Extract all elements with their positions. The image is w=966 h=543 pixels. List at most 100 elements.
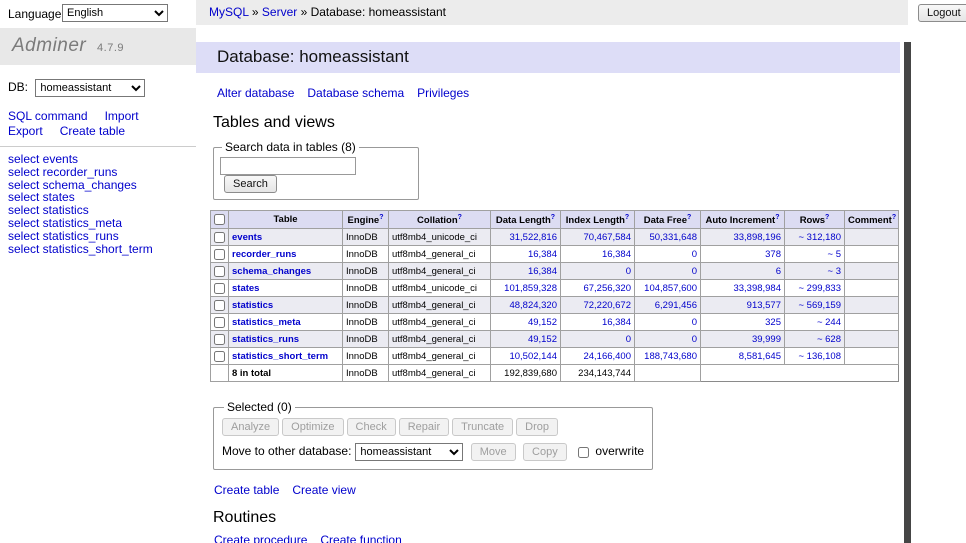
data-free-link[interactable]: 188,743,680 bbox=[644, 351, 697, 362]
row-checkbox-statistics-short-term[interactable] bbox=[214, 351, 225, 362]
auto-increment-link[interactable]: 6 bbox=[776, 266, 781, 277]
rows-link[interactable]: ~ 312,180 bbox=[798, 232, 841, 243]
rows-link[interactable]: ~ 569,159 bbox=[798, 300, 841, 311]
data-length-link[interactable]: 49,152 bbox=[528, 317, 557, 328]
auto-increment-link[interactable]: 39,999 bbox=[752, 334, 781, 345]
index-length-link[interactable]: 0 bbox=[626, 266, 631, 277]
index-length-link[interactable]: 24,166,400 bbox=[583, 351, 631, 362]
search-button[interactable]: Search bbox=[224, 175, 277, 193]
data-free-link[interactable]: 6,291,456 bbox=[655, 300, 697, 311]
table-link-statistics-runs[interactable]: statistics_runs bbox=[232, 334, 299, 345]
link-create-function[interactable]: Create function bbox=[320, 533, 401, 543]
logout-button[interactable]: Logout bbox=[918, 4, 966, 22]
column-hint-link[interactable]: ? bbox=[775, 214, 779, 221]
index-length-link[interactable]: 67,256,320 bbox=[583, 283, 631, 294]
data-length-link[interactable]: 16,384 bbox=[528, 266, 557, 277]
table-link-recorder-runs[interactable]: recorder_runs bbox=[232, 249, 296, 260]
table-link-events[interactable]: events bbox=[232, 232, 262, 243]
table-link-states[interactable]: states bbox=[232, 283, 259, 294]
row-checkbox-schema-changes[interactable] bbox=[214, 266, 225, 277]
column-hint-link[interactable]: ? bbox=[825, 214, 829, 221]
row-checkbox-statistics-meta[interactable] bbox=[214, 317, 225, 328]
column-hint-link[interactable]: ? bbox=[551, 214, 555, 221]
data-free-link[interactable]: 0 bbox=[692, 266, 697, 277]
data-length-link[interactable]: 10,502,144 bbox=[509, 351, 557, 362]
row-checkbox-statistics-runs[interactable] bbox=[214, 334, 225, 345]
link-create-table[interactable]: Create table bbox=[214, 483, 279, 497]
row-checkbox-statistics[interactable] bbox=[214, 300, 225, 311]
language-select[interactable]: English bbox=[62, 4, 168, 22]
overwrite-option[interactable]: overwrite bbox=[578, 444, 644, 458]
sidebar-link-import[interactable]: Import bbox=[105, 109, 139, 123]
sidebar-item-select-events[interactable]: select events bbox=[8, 153, 196, 166]
link-create-view[interactable]: Create view bbox=[292, 483, 355, 497]
index-length-link[interactable]: 70,467,584 bbox=[583, 232, 631, 243]
auto-increment-link[interactable]: 8,581,645 bbox=[739, 351, 781, 362]
auto-increment-link[interactable]: 913,577 bbox=[747, 300, 781, 311]
optimize-button[interactable]: Optimize bbox=[282, 418, 343, 436]
overwrite-checkbox[interactable] bbox=[578, 447, 589, 458]
rows-link[interactable]: ~ 244 bbox=[817, 317, 841, 328]
data-free-link[interactable]: 104,857,600 bbox=[644, 283, 697, 294]
copy-button[interactable]: Copy bbox=[523, 443, 567, 461]
index-length-link[interactable]: 72,220,672 bbox=[583, 300, 631, 311]
index-length-link[interactable]: 16,384 bbox=[602, 249, 631, 260]
data-free-link[interactable]: 0 bbox=[692, 249, 697, 260]
column-hint-link[interactable]: ? bbox=[625, 214, 629, 221]
action-privileges[interactable]: Privileges bbox=[417, 86, 469, 100]
sidebar-item-select-statistics-short-term[interactable]: select statistics_short_term bbox=[8, 243, 196, 256]
breadcrumb-link-mysql[interactable]: MySQL bbox=[209, 5, 249, 19]
table-link-schema-changes[interactable]: schema_changes bbox=[232, 266, 311, 277]
column-hint-link[interactable]: ? bbox=[458, 214, 462, 221]
rows-link[interactable]: ~ 5 bbox=[828, 249, 841, 260]
truncate-button[interactable]: Truncate bbox=[452, 418, 513, 436]
auto-increment-link[interactable]: 325 bbox=[765, 317, 781, 328]
analyze-button[interactable]: Analyze bbox=[222, 418, 279, 436]
adminer-logo-link[interactable]: Adminer bbox=[12, 35, 86, 56]
search-input[interactable] bbox=[220, 157, 356, 175]
drop-button[interactable]: Drop bbox=[516, 418, 558, 436]
column-hint-link[interactable]: ? bbox=[379, 214, 383, 221]
table-link-statistics-meta[interactable]: statistics_meta bbox=[232, 317, 301, 328]
action-database-schema[interactable]: Database schema bbox=[307, 86, 404, 100]
data-length-link[interactable]: 31,522,816 bbox=[509, 232, 557, 243]
table-link-statistics[interactable]: statistics bbox=[232, 300, 273, 311]
auto-increment-link[interactable]: 33,398,984 bbox=[733, 283, 781, 294]
row-checkbox-recorder-runs[interactable] bbox=[214, 249, 225, 260]
check-button[interactable]: Check bbox=[347, 418, 396, 436]
sidebar-item-select-statistics-meta[interactable]: select statistics_meta bbox=[8, 217, 196, 230]
select-all-checkbox[interactable] bbox=[214, 214, 225, 225]
table-link-statistics-short-term[interactable]: statistics_short_term bbox=[232, 351, 328, 362]
data-free-link[interactable]: 0 bbox=[692, 317, 697, 328]
column-hint-link[interactable]: ? bbox=[687, 214, 691, 221]
row-checkbox-events[interactable] bbox=[214, 232, 225, 243]
sidebar-item-select-statistics-runs[interactable]: select statistics_runs bbox=[8, 230, 196, 243]
db-select[interactable]: homeassistant bbox=[35, 79, 145, 97]
data-length-link[interactable]: 16,384 bbox=[528, 249, 557, 260]
rows-link[interactable]: ~ 628 bbox=[817, 334, 841, 345]
index-length-link[interactable]: 0 bbox=[626, 334, 631, 345]
data-length-link[interactable]: 101,859,328 bbox=[504, 283, 557, 294]
index-length-link[interactable]: 16,384 bbox=[602, 317, 631, 328]
auto-increment-link[interactable]: 33,898,196 bbox=[733, 232, 781, 243]
link-create-procedure[interactable]: Create procedure bbox=[214, 533, 307, 543]
action-alter-database[interactable]: Alter database bbox=[217, 86, 294, 100]
repair-button[interactable]: Repair bbox=[399, 418, 449, 436]
sidebar-item-select-recorder-runs[interactable]: select recorder_runs bbox=[8, 166, 196, 179]
data-free-link[interactable]: 50,331,648 bbox=[649, 232, 697, 243]
rows-link[interactable]: ~ 3 bbox=[828, 266, 841, 277]
rows-link[interactable]: ~ 299,833 bbox=[798, 283, 841, 294]
column-hint-link[interactable]: ? bbox=[892, 214, 896, 221]
sidebar-link-export[interactable]: Export bbox=[8, 124, 43, 138]
move-db-select[interactable]: homeassistant bbox=[355, 443, 463, 461]
content-scrollbar[interactable] bbox=[904, 42, 911, 543]
breadcrumb-link-server[interactable]: Server bbox=[262, 5, 297, 19]
sidebar-link-create-table[interactable]: Create table bbox=[60, 124, 125, 138]
data-length-link[interactable]: 48,824,320 bbox=[509, 300, 557, 311]
sidebar-link-sql-command[interactable]: SQL command bbox=[8, 109, 88, 123]
move-button[interactable]: Move bbox=[471, 443, 516, 461]
data-length-link[interactable]: 49,152 bbox=[528, 334, 557, 345]
auto-increment-link[interactable]: 378 bbox=[765, 249, 781, 260]
data-free-link[interactable]: 0 bbox=[692, 334, 697, 345]
row-checkbox-states[interactable] bbox=[214, 283, 225, 294]
